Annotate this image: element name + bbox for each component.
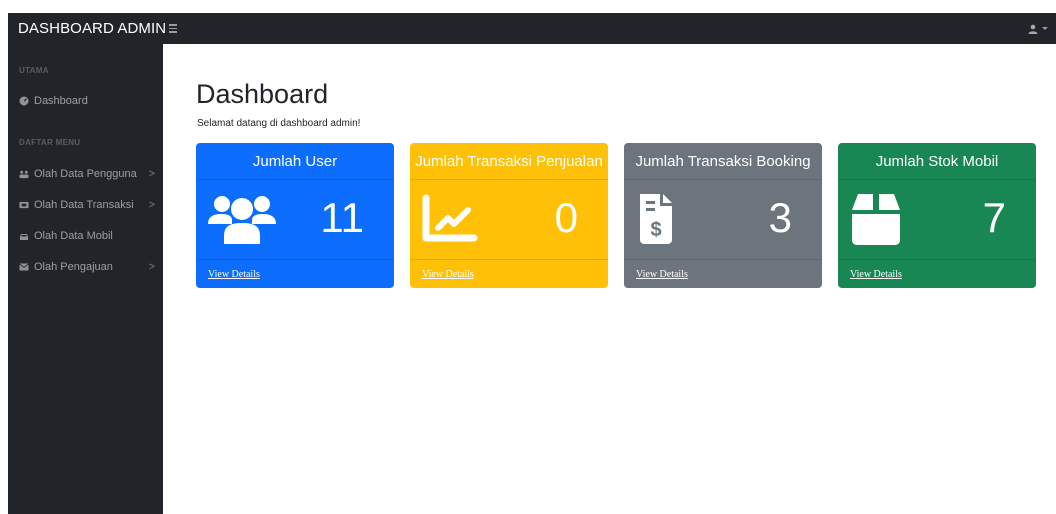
- users-icon: [208, 196, 276, 244]
- view-details-link[interactable]: View Details: [422, 269, 474, 280]
- box-icon: [852, 194, 900, 245]
- svg-text:$: $: [650, 219, 661, 241]
- top-navbar: DASHBOARD ADMIN: [8, 13, 1056, 44]
- sidebar-item-label: Olah Data Transaksi: [34, 199, 134, 211]
- sidebar-item-olah-data-transaksi[interactable]: Olah Data Transaksi >: [19, 194, 155, 216]
- sidebar-item-label: Olah Data Pengguna: [34, 168, 137, 180]
- sidebar-heading-daftar-menu: DAFTAR MENU: [19, 138, 81, 147]
- page-title: Dashboard: [196, 79, 329, 109]
- sidebar: UTAMA Dashboard DAFTAR MENU Olah Data Pe…: [8, 44, 163, 514]
- card-jumlah-transaksi-penjualan: Jumlah Transaksi Penjualan 0 View Detail…: [410, 143, 608, 288]
- card-jumlah-user: Jumlah User 11 View Details: [196, 143, 394, 288]
- sidebar-toggle-button[interactable]: [165, 20, 181, 37]
- sidebar-item-dashboard[interactable]: Dashboard: [19, 90, 155, 112]
- chart-line-icon: [422, 194, 478, 242]
- chevron-right-icon: >: [148, 168, 155, 180]
- users-icon: [19, 169, 29, 179]
- view-details-link[interactable]: View Details: [208, 269, 260, 280]
- view-details-link[interactable]: View Details: [636, 269, 688, 280]
- card-count: 0: [554, 194, 578, 241]
- invoice-dollar-icon: $: [640, 194, 672, 244]
- car-icon: [19, 231, 29, 241]
- card-count: 11: [320, 194, 364, 241]
- navbar-brand[interactable]: DASHBOARD ADMIN: [8, 20, 166, 37]
- sidebar-item-olah-data-pengguna[interactable]: Olah Data Pengguna >: [19, 163, 155, 185]
- ticket-icon: [19, 200, 29, 210]
- card-title: Jumlah Transaksi Booking: [624, 143, 822, 180]
- card-title: Jumlah User: [196, 143, 394, 180]
- chevron-right-icon: >: [148, 261, 155, 273]
- card-count: 3: [768, 194, 792, 241]
- user-menu-dropdown[interactable]: [1028, 13, 1048, 44]
- card-jumlah-stok-mobil: Jumlah Stok Mobil 7 View Details: [838, 143, 1036, 288]
- card-title: Jumlah Stok Mobil: [838, 143, 1036, 180]
- dashboard-icon: [19, 96, 29, 106]
- page-subtitle: Selamat datang di dashboard admin!: [197, 118, 361, 129]
- sidebar-item-olah-pengajuan[interactable]: Olah Pengajuan >: [19, 256, 155, 278]
- card-count: 7: [982, 194, 1006, 241]
- sidebar-item-label: Olah Pengajuan: [34, 261, 113, 273]
- sidebar-item-label: Olah Data Mobil: [34, 230, 113, 242]
- card-jumlah-transaksi-booking: Jumlah Transaksi Booking $ 3 View Detail…: [624, 143, 822, 288]
- user-icon: [1028, 24, 1038, 34]
- sidebar-heading-utama: UTAMA: [19, 66, 49, 75]
- chevron-right-icon: >: [148, 199, 155, 211]
- sidebar-item-label: Dashboard: [34, 95, 88, 107]
- bars-icon: [169, 24, 177, 26]
- view-details-link[interactable]: View Details: [850, 269, 902, 280]
- card-title: Jumlah Transaksi Penjualan: [410, 143, 608, 180]
- chevron-down-icon: [1042, 27, 1048, 30]
- sidebar-item-olah-data-mobil[interactable]: Olah Data Mobil: [19, 225, 155, 247]
- envelope-icon: [19, 262, 29, 272]
